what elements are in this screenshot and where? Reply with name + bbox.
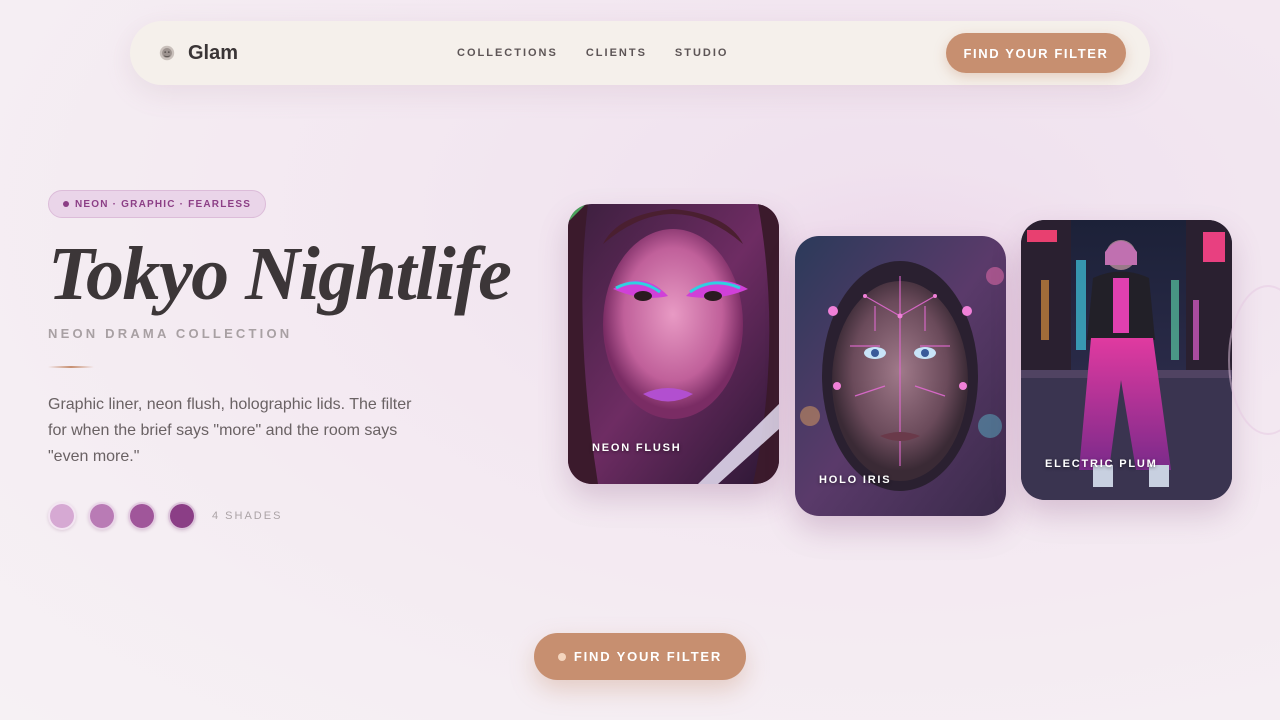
shade-swatches: 4 SHADES — [48, 502, 282, 530]
brand-name: Glam — [188, 41, 239, 64]
swatch-2[interactable] — [88, 502, 116, 530]
card-label: ELECTRIC PLUM — [1045, 458, 1158, 470]
swatch-1[interactable] — [48, 502, 76, 530]
card-label: NEON FLUSH — [592, 442, 682, 454]
decorative-ring — [1228, 285, 1280, 435]
look-card-electric-plum[interactable]: ELECTRIC PLUM — [1021, 220, 1232, 500]
shades-count: 4 SHADES — [212, 510, 283, 522]
find-filter-bottom-button[interactable]: FIND YOUR FILTER — [534, 633, 746, 680]
lion-crest-icon — [159, 45, 175, 61]
nav-link-collections[interactable]: COLLECTIONS — [457, 47, 558, 59]
sparkle-icon — [557, 652, 566, 661]
swatch-4[interactable] — [168, 502, 196, 530]
divider — [48, 366, 94, 368]
tag-text: NEON · GRAPHIC · FEARLESS — [75, 198, 252, 210]
hero-subtitle: NEON DRAMA COLLECTION — [48, 326, 293, 341]
look-card-neon-flush[interactable]: NEON FLUSH — [568, 204, 779, 484]
nav-link-clients[interactable]: CLIENTS — [586, 47, 647, 59]
hero-description: Graphic liner, neon flush, holographic l… — [48, 396, 412, 465]
tag-dot — [63, 201, 69, 207]
brand[interactable]: Glam — [158, 21, 238, 85]
collection-tag: NEON · GRAPHIC · FEARLESS — [48, 190, 267, 218]
bottom-cta-label: FIND YOUR FILTER — [573, 649, 723, 664]
nav-link-studio[interactable]: STUDIO — [675, 47, 729, 59]
top-nav: Glam COLLECTIONS CLIENTS STUDIO FIND YOU… — [130, 21, 1150, 85]
find-filter-nav-button[interactable]: FIND YOUR FILTER — [946, 33, 1126, 73]
card-label: HOLO IRIS — [819, 474, 892, 486]
look-card-holo-iris[interactable]: HOLO IRIS — [795, 236, 1006, 516]
hero-title: Tokyo Nightlife — [48, 232, 512, 316]
nav-links: COLLECTIONS CLIENTS STUDIO — [457, 21, 728, 85]
swatch-3[interactable] — [128, 502, 156, 530]
